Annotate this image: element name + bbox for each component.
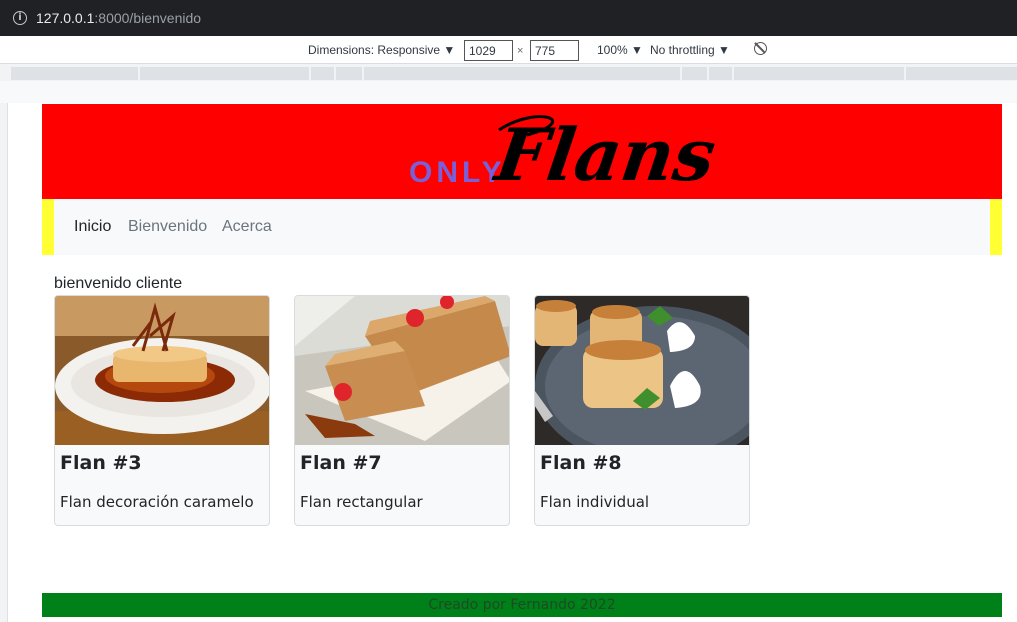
site-footer: Creado por Fernando 2022 [42, 593, 1002, 617]
nav-link-inicio[interactable]: Inicio [74, 218, 111, 236]
logo-only-text: ONLY [409, 156, 506, 189]
ruler-segment[interactable] [364, 67, 680, 80]
product-card[interactable]: Flan #3 Flan decoración caramelo [54, 295, 270, 526]
device-toolbar: Dimensions: Responsive ▼ × 100% ▼ No thr… [0, 36, 1017, 64]
logo-flans-text: Flans [489, 113, 717, 194]
ruler-segment[interactable] [336, 67, 362, 80]
nav-link-bienvenido[interactable]: Bienvenido [128, 218, 207, 236]
ruler-segment[interactable] [311, 67, 334, 80]
product-card[interactable]: Flan #8 Flan individual [534, 295, 750, 526]
throttling-dropdown[interactable]: No throttling ▼ [650, 43, 730, 57]
info-icon[interactable]: i [13, 11, 27, 25]
card-text: Flan rectangular [300, 493, 423, 511]
flan-individual-photo [535, 296, 749, 445]
product-card[interactable]: Flan #7 Flan rectangular [294, 295, 510, 526]
dimensions-dropdown[interactable]: Dimensions: Responsive ▼ [308, 43, 455, 57]
ruler-segment[interactable] [906, 67, 1017, 80]
ruler-segment[interactable] [709, 67, 732, 80]
card-text: Flan individual [540, 493, 650, 511]
ruler-segment[interactable] [734, 67, 904, 80]
url-text[interactable]: 127.0.0.1:8000/bienvenido [36, 10, 201, 26]
flan-caramel-decoration-photo [55, 296, 269, 445]
navbar-accent-left [42, 199, 54, 255]
site-logo[interactable]: ONLY Flans [407, 110, 717, 194]
flan-rectangular-photo [295, 296, 509, 445]
ruler-segment[interactable] [682, 67, 707, 80]
card-text: Flan decoración caramelo [60, 493, 254, 511]
height-input[interactable] [530, 40, 579, 61]
ruler-segment[interactable] [11, 67, 138, 80]
zoom-dropdown[interactable]: 100% ▼ [597, 43, 643, 57]
card-title: Flan #7 [300, 452, 382, 474]
card-title: Flan #8 [540, 452, 622, 474]
greeting-text: bienvenido cliente [54, 275, 183, 292]
ruler-segment[interactable] [140, 67, 309, 80]
media-query-ruler[interactable] [0, 65, 1017, 81]
url-path: :8000/bienvenido [94, 10, 202, 26]
navbar-accent-right [990, 199, 1002, 255]
navbar: Inicio Bienvenido Acerca [42, 199, 1002, 255]
viewport-padding [0, 81, 1017, 103]
url-host: 127.0.0.1 [36, 10, 95, 26]
rotate-icon[interactable] [754, 42, 767, 55]
times-symbol: × [517, 45, 524, 57]
site-banner: ONLY Flans [42, 104, 1002, 199]
width-input[interactable] [464, 40, 513, 61]
card-title: Flan #3 [60, 452, 142, 474]
address-bar[interactable]: i 127.0.0.1:8000/bienvenido [0, 0, 1017, 36]
nav-link-acerca[interactable]: Acerca [222, 218, 272, 236]
